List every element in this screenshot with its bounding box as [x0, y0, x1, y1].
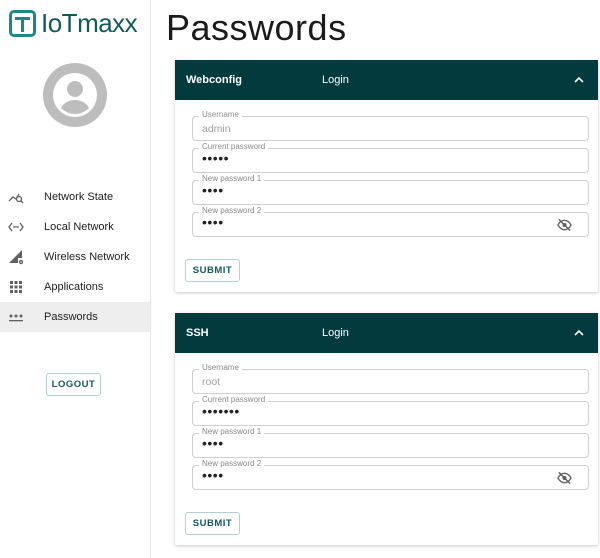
- field-value: •••••••: [202, 403, 240, 419]
- page-title: Passwords: [166, 7, 347, 48]
- visibility-off-icon[interactable]: [557, 218, 572, 232]
- chevron-up-icon[interactable]: [573, 327, 585, 339]
- password-dots-icon: [0, 309, 44, 325]
- chevron-up-icon[interactable]: [573, 74, 585, 86]
- field-value: ••••: [202, 214, 224, 230]
- sidebar-item-passwords[interactable]: Passwords: [0, 302, 150, 332]
- sidebar-nav: Network State Local Network Wireless Net…: [0, 182, 150, 332]
- username-field[interactable]: Username admin: [192, 110, 589, 141]
- card-subtitle: Login: [322, 74, 349, 86]
- sidebar-item-local-network[interactable]: Local Network: [0, 212, 150, 242]
- new-password-1-field[interactable]: New password 1 ••••: [192, 174, 589, 205]
- local-network-icon: [0, 219, 44, 235]
- webconfig-submit-button[interactable]: SUBMIT: [185, 259, 240, 282]
- current-password-field[interactable]: Current password •••••••: [192, 395, 589, 426]
- new-password-1-field[interactable]: New password 1 ••••: [192, 427, 589, 458]
- sidebar-item-label: Applications: [44, 281, 104, 293]
- field-label: Username: [199, 110, 242, 120]
- sidebar-item-wireless-network[interactable]: Wireless Network: [0, 242, 150, 272]
- brand-mark-icon: [9, 9, 36, 37]
- field-value: •••••: [202, 150, 230, 166]
- avatar-icon[interactable]: [43, 63, 107, 127]
- webconfig-card-header[interactable]: Webconfig Login: [175, 60, 598, 100]
- sidebar-item-label: Local Network: [44, 221, 114, 233]
- sidebar-item-network-state[interactable]: Network State: [0, 182, 150, 212]
- logout-button[interactable]: LOGOUT: [46, 373, 101, 396]
- ssh-submit-button[interactable]: SUBMIT: [185, 512, 240, 535]
- apps-grid-icon: [0, 279, 44, 295]
- field-value: root: [202, 376, 221, 388]
- visibility-off-icon[interactable]: [557, 471, 572, 485]
- card-title: Webconfig: [186, 74, 243, 86]
- card-title: SSH: [186, 327, 209, 339]
- field-value: ••••: [202, 467, 224, 483]
- wireless-network-icon: [0, 249, 44, 265]
- sidebar-item-label: Passwords: [44, 311, 98, 323]
- brand-name: IoTmaxx: [41, 8, 138, 38]
- sidebar-item-label: Wireless Network: [44, 251, 130, 263]
- network-state-icon: [0, 189, 44, 205]
- sidebar-item-label: Network State: [44, 191, 114, 203]
- card-subtitle: Login: [322, 327, 349, 339]
- sidebar-item-applications[interactable]: Applications: [0, 272, 150, 302]
- current-password-field[interactable]: Current password •••••: [192, 142, 589, 173]
- sidebar: IoTmaxx Network State Local Network Wire…: [0, 0, 151, 558]
- new-password-2-field[interactable]: New password 2 ••••: [192, 459, 589, 490]
- brand-logo[interactable]: IoTmaxx: [9, 8, 138, 38]
- ssh-card-header[interactable]: SSH Login: [175, 313, 598, 353]
- field-value: admin: [202, 123, 231, 135]
- username-field[interactable]: Username root: [192, 363, 589, 394]
- webconfig-card: Webconfig Login Username admin Current p…: [175, 60, 598, 292]
- field-value: ••••: [202, 182, 224, 198]
- field-value: ••••: [202, 435, 224, 451]
- field-label: Username: [199, 363, 242, 373]
- ssh-card: SSH Login Username root Current password…: [175, 313, 598, 545]
- new-password-2-field[interactable]: New password 2 ••••: [192, 206, 589, 237]
